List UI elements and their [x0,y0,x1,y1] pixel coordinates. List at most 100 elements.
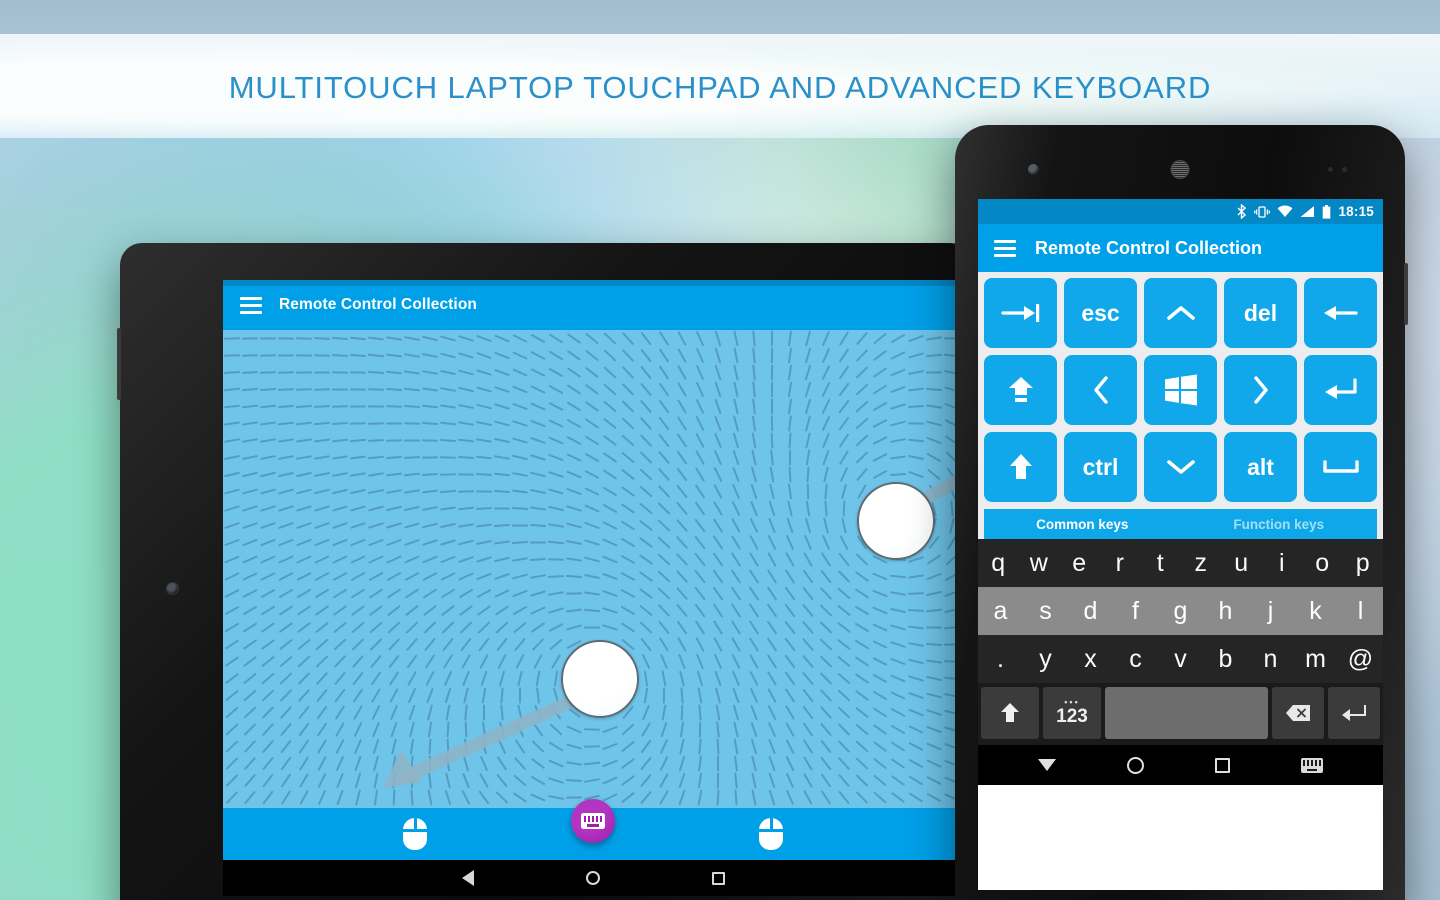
home-icon[interactable] [585,871,600,885]
keyboard-key-r[interactable]: r [1100,539,1141,587]
keyboard-key-s[interactable]: s [1023,587,1068,635]
keyboard-switch-icon[interactable] [1301,757,1324,773]
caret-up-icon [1166,306,1195,320]
keyboard-key-c[interactable]: c [1113,635,1158,683]
keyboard-key-y[interactable]: y [1023,635,1068,683]
key-category-tabs: Common keys Function keys [984,509,1377,539]
recents-icon[interactable] [711,871,725,885]
keyboard-space-key[interactable] [1105,687,1268,739]
tab-function-keys[interactable]: Function keys [1181,517,1378,532]
keyboard-key-j[interactable]: j [1248,587,1293,635]
keyboard-key-g[interactable]: g [1158,587,1203,635]
back-icon[interactable] [461,870,474,886]
keyboard-key-x[interactable]: x [1068,635,1113,683]
alt-key[interactable]: alt [1224,432,1297,502]
keyboard-key-d[interactable]: d [1068,587,1113,635]
numeric-label: 123 [1056,705,1088,727]
keyboard-key-m[interactable]: m [1293,635,1338,683]
ctrl-key[interactable]: ctrl [1064,432,1137,502]
keyboard-key-h[interactable]: h [1203,587,1248,635]
phone-status-bar: 18:15 [978,199,1383,224]
key-row-2 [984,355,1377,425]
battery-icon [1323,204,1331,219]
enter-icon [1324,378,1357,399]
esc-key[interactable]: esc [1064,278,1137,348]
keyboard-row-2: asdfghjkl [978,587,1383,635]
keyboard-key-v[interactable]: v [1158,635,1203,683]
keyboard-numeric-key[interactable]: ••• 123 [1043,687,1101,739]
space-bar-icon [1322,460,1359,473]
caps-lock-key[interactable] [984,355,1057,425]
keyboard-key-t[interactable]: t [1140,539,1181,587]
tab-common-keys[interactable]: Common keys [984,517,1181,532]
caps-lock-icon [1008,377,1033,402]
keyboard-key-q[interactable]: q [978,539,1019,587]
phone-sensors-icon [1328,167,1347,172]
phone-screen: 18:15 Remote Control Collection esc del … [978,199,1383,890]
keyboard-key-k[interactable]: k [1293,587,1338,635]
key-row-3: ctrl alt [984,432,1377,502]
keyboard-key-p[interactable]: p [1343,539,1384,587]
key-row-1: esc del [984,278,1377,348]
hamburger-icon[interactable] [994,239,1016,257]
arrow-right-small-key[interactable] [1224,355,1297,425]
chevron-right-icon [1253,376,1268,404]
keyboard-key-o[interactable]: o [1302,539,1343,587]
hide-keyboard-icon[interactable] [1037,759,1056,771]
mouse-right-click-icon[interactable] [759,818,783,850]
tablet-navigation-bar [223,860,963,896]
shift-key[interactable] [984,432,1057,502]
keyboard-key-l[interactable]: l [1338,587,1383,635]
keyboard-row-1: qwertzuiop [978,539,1383,587]
phone-front-camera-icon [1028,164,1039,175]
keyboard-key-period[interactable]: . [978,635,1023,683]
keyboard-key-i[interactable]: i [1262,539,1303,587]
page-down-key[interactable] [1144,432,1217,502]
keyboard-key-a[interactable]: a [978,587,1023,635]
home-icon[interactable] [1126,756,1144,774]
remote-key-grid: esc del ctrl alt Common keys Function ke… [978,272,1383,539]
keyboard-key-n[interactable]: n [1248,635,1293,683]
keyboard-fab-button[interactable] [571,799,615,843]
keyboard-enter-key[interactable] [1328,687,1380,739]
tablet-front-camera-icon [167,583,178,594]
keyboard-shift-key[interactable] [981,687,1039,739]
space-key[interactable] [1304,432,1377,502]
wifi-icon [1278,205,1293,217]
tablet-app-bar: Remote Control Collection [223,280,963,330]
keyboard-row-3: . y x c v b n m @ [978,635,1383,683]
keyboard-key-w[interactable]: w [1019,539,1060,587]
phone-earpiece-speaker-icon [1170,160,1190,179]
keyboard-key-f[interactable]: f [1113,587,1158,635]
background-top-strip [0,0,1440,34]
keyboard-key-e[interactable]: e [1059,539,1100,587]
touchpad-surface[interactable] [223,330,963,808]
tab-key[interactable] [984,278,1057,348]
phone-device: 18:15 Remote Control Collection esc del … [955,125,1408,900]
page-up-key[interactable] [1144,278,1217,348]
touch-point-2[interactable] [857,482,935,560]
phone-app-bar: Remote Control Collection [978,224,1383,272]
enter-key[interactable] [1304,355,1377,425]
arrow-left-icon [1323,306,1358,320]
touchpad-vector-field [224,330,963,806]
arrow-left-small-key[interactable] [1064,355,1137,425]
hamburger-icon[interactable] [240,296,262,314]
recents-icon[interactable] [1215,757,1231,773]
del-key[interactable]: del [1224,278,1297,348]
keyboard-key-z[interactable]: z [1181,539,1222,587]
gesture-arrow-down-left [395,690,586,786]
keyboard-key-b[interactable]: b [1203,635,1248,683]
keyboard-key-u[interactable]: u [1221,539,1262,587]
phone-navigation-bar [978,745,1383,785]
windows-logo-icon [1164,374,1197,406]
android-soft-keyboard: qwertzuiop asdfghjkl . y x c v b n m @ ••• 123 [978,539,1383,745]
mouse-left-click-icon[interactable] [403,818,427,850]
arrow-left-key[interactable] [1304,278,1377,348]
keyboard-backspace-key[interactable] [1272,687,1324,739]
windows-key[interactable] [1144,355,1217,425]
bluetooth-icon [1237,204,1247,219]
touch-point-1[interactable] [561,640,639,718]
keyboard-key-at[interactable]: @ [1338,635,1383,683]
status-time: 18:15 [1338,204,1374,219]
